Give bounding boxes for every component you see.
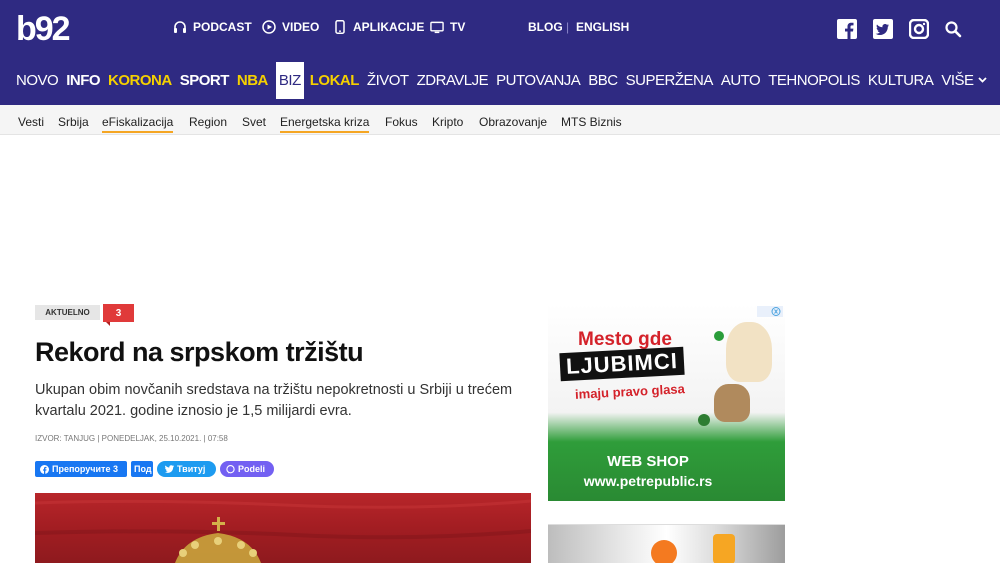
blog-label: BLOG <box>528 20 563 34</box>
site-logo[interactable]: b92 <box>16 10 71 49</box>
microphone-icon <box>713 534 735 563</box>
nav-item-zdravlje[interactable]: ZDRAVLJE <box>417 72 489 89</box>
podcast-label: PODCAST <box>193 20 252 34</box>
comment-count-badge[interactable]: 3 <box>103 304 134 326</box>
tv-link[interactable]: TV <box>430 20 465 34</box>
nav-item-sport[interactable]: SPORT <box>180 72 230 89</box>
viber-share-label: Podeli <box>238 464 266 474</box>
nav-item-nba[interactable]: NBA <box>237 72 269 89</box>
video-label: VIDEO <box>282 20 320 34</box>
tv-icon <box>430 20 444 34</box>
yarn-ball-icon <box>698 414 710 426</box>
dog-image <box>726 322 772 382</box>
facebook-icon[interactable] <box>836 18 858 40</box>
nav-item-bbc[interactable]: BBC <box>588 72 618 89</box>
facebook-small-icon <box>40 464 49 474</box>
facebook-recommend-label: Препоручите 3 <box>52 464 118 474</box>
apps-link[interactable]: APLIKACIJE <box>333 20 424 34</box>
nav-item-korona[interactable]: KORONA <box>108 72 172 89</box>
search-icon[interactable] <box>942 18 964 40</box>
instagram-icon[interactable] <box>908 18 930 40</box>
subnav-item-energetska-kriza[interactable]: Energetska kriza <box>280 115 370 133</box>
twitter-small-icon <box>165 465 174 473</box>
second-advertisement[interactable] <box>548 524 785 563</box>
article-meta: IZVOR: TANJUG | PONEDELJAK, 25.10.2021. … <box>35 434 228 443</box>
subnav-item-obrazovanje[interactable]: Obrazovanje <box>479 115 547 129</box>
subnav-item-fokus[interactable]: Fokus <box>385 115 418 129</box>
nav-item-novo[interactable]: NOVO <box>16 72 59 89</box>
article-lead: Ukupan obim novčanih sredstava na tržišt… <box>35 382 513 419</box>
ad-tagline: imaju pravo glasa <box>574 381 686 402</box>
blog-link[interactable]: BLOG <box>528 20 563 34</box>
ad-url: www.petrepublic.rs <box>583 473 713 489</box>
headphones-icon <box>173 20 187 34</box>
twitter-share-button[interactable]: Твитуј <box>157 461 216 477</box>
podcast-link[interactable]: PODCAST <box>173 20 252 34</box>
main-navigation: NOVO INFO KORONA SPORT NBA BIZ LOKAL ŽIV… <box>16 61 995 99</box>
facebook-share-label: Под <box>134 464 152 474</box>
play-icon <box>262 20 276 34</box>
apps-label: APLIKACIJE <box>353 20 425 34</box>
nav-item-superzena[interactable]: SUPERŽENA <box>626 72 714 89</box>
advertisement-petrepublic[interactable]: Mesto gde LJUBIMCI imaju pravo glasa WEB… <box>548 304 785 501</box>
chevron-down-icon <box>977 77 987 83</box>
ad-brand-line: LJUBIMCI <box>559 346 685 382</box>
category-tag[interactable]: AKTUELNO <box>35 305 100 320</box>
nav-item-zivot[interactable]: ŽIVOT <box>367 72 409 89</box>
ad-choices-icon[interactable] <box>757 306 783 317</box>
article-title: Rekord na srpskom tržištu <box>35 337 364 367</box>
site-header: b92 PODCAST VIDEO APLIKACIJE TV BLOG | E… <box>0 0 1000 105</box>
twitter-icon[interactable] <box>872 18 894 40</box>
subnav-item-mts-biznis[interactable]: MTS Biznis <box>561 115 622 129</box>
nav-item-auto[interactable]: AUTO <box>721 72 761 89</box>
utility-separator: | <box>566 20 570 34</box>
subnav-item-svet[interactable]: Svet <box>242 115 266 129</box>
video-link[interactable]: VIDEO <box>262 20 319 34</box>
twitter-share-label: Твитуј <box>177 464 206 474</box>
nav-item-vise-label: VIŠE <box>941 71 974 89</box>
nav-item-lokal[interactable]: LOKAL <box>310 72 360 89</box>
facebook-recommend-button[interactable]: Препоручите 3 <box>35 461 127 477</box>
cat-image <box>714 384 750 422</box>
subnav-item-srbija[interactable]: Srbija <box>58 115 89 129</box>
nav-item-putovanja[interactable]: PUTOVANJA <box>496 72 581 89</box>
sub-navigation: Vesti Srbija eFiskalizacija Region Svet … <box>0 105 1000 135</box>
viber-share-button[interactable]: Podeli <box>220 461 274 477</box>
crown-emblem-icon <box>35 499 531 563</box>
facebook-share-button[interactable]: Под <box>131 461 153 477</box>
paw-icon <box>714 331 724 341</box>
english-link[interactable]: ENGLISH <box>576 20 629 34</box>
ad-webshop: WEB SHOP <box>607 453 689 470</box>
tv-label: TV <box>450 20 466 34</box>
nav-item-kultura[interactable]: KULTURA <box>868 72 934 89</box>
nav-item-info[interactable]: INFO <box>66 72 100 89</box>
subnav-item-kripto[interactable]: Kripto <box>432 115 463 129</box>
nav-item-tehnopolis[interactable]: TEHNOPOLIS <box>768 72 860 89</box>
viber-icon <box>226 464 235 474</box>
nav-item-biz[interactable]: BIZ <box>275 61 304 99</box>
phone-icon <box>333 20 347 34</box>
nav-item-vise[interactable]: VIŠE <box>941 71 987 89</box>
article-hero-image <box>35 493 531 563</box>
microphone-icon <box>651 540 677 563</box>
english-label: ENGLISH <box>576 20 630 34</box>
subnav-item-vesti[interactable]: Vesti <box>18 115 44 129</box>
subnav-item-region[interactable]: Region <box>189 115 227 129</box>
subnav-item-efiskalizacija[interactable]: eFiskalizacija <box>102 115 174 133</box>
